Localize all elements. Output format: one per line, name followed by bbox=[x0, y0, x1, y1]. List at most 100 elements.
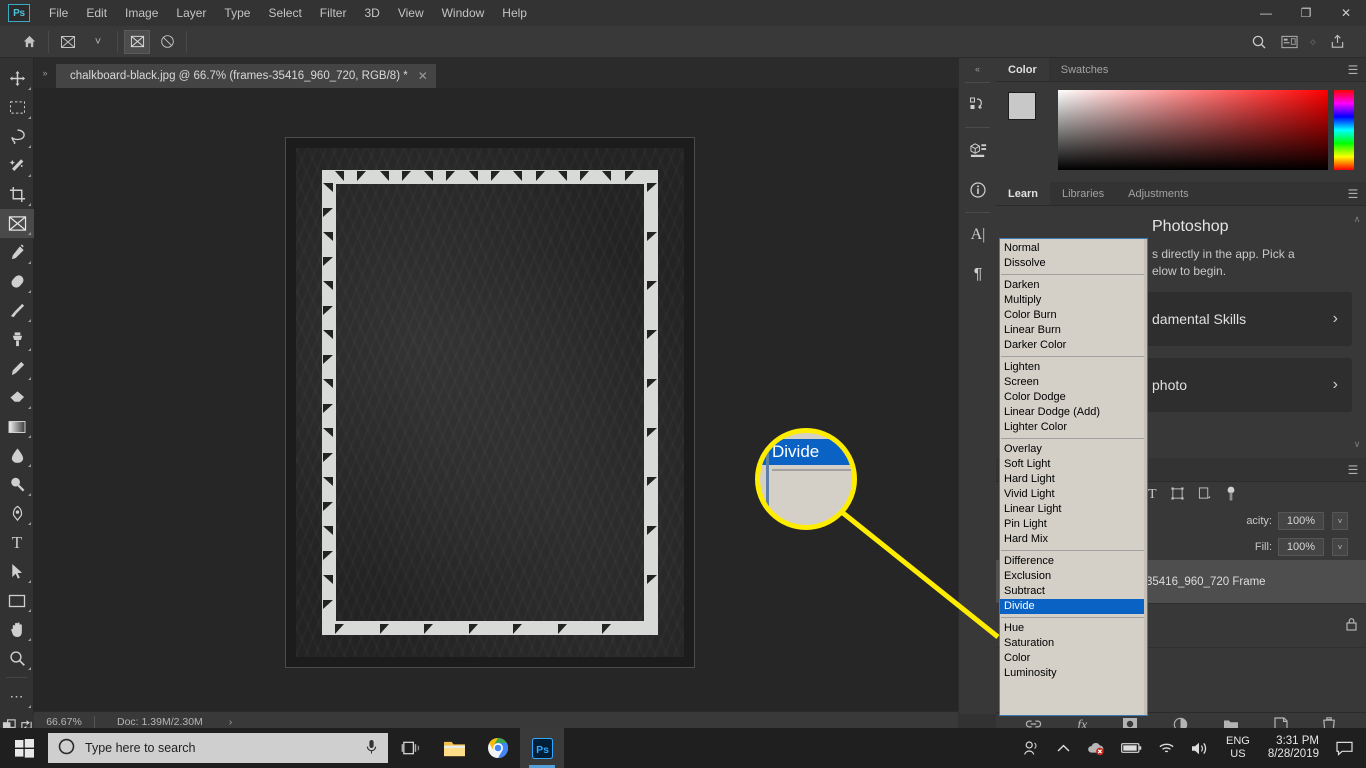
menu-layer[interactable]: Layer bbox=[167, 2, 215, 24]
menu-select[interactable]: Select bbox=[259, 2, 310, 24]
menu-help[interactable]: Help bbox=[493, 2, 536, 24]
onedrive-error-icon[interactable] bbox=[1079, 728, 1112, 768]
history-brush-tool[interactable] bbox=[0, 354, 34, 383]
blend-mode-subtract[interactable]: Subtract bbox=[1000, 584, 1147, 599]
blend-mode-divide[interactable]: Divide bbox=[1000, 599, 1147, 614]
close-button[interactable]: ✕ bbox=[1326, 0, 1366, 26]
path-selection-tool[interactable] bbox=[0, 557, 34, 586]
transform-tool-icon[interactable] bbox=[55, 30, 81, 54]
photoshop-icon[interactable]: Ps bbox=[520, 728, 564, 768]
blend-mode-pin-light[interactable]: Pin Light bbox=[1000, 517, 1147, 532]
frame-tool[interactable] bbox=[0, 209, 34, 238]
scroll-up-icon[interactable]: ∧ bbox=[1352, 214, 1362, 225]
wifi-icon[interactable] bbox=[1151, 728, 1182, 768]
opacity-value[interactable]: 100% bbox=[1278, 512, 1324, 530]
color-panel-foreground-swatch[interactable] bbox=[1008, 92, 1036, 120]
blend-mode-list[interactable]: Normal Dissolve Darken Multiply Color Bu… bbox=[1000, 241, 1147, 681]
hand-tool[interactable] bbox=[0, 615, 34, 644]
history-panel-icon[interactable] bbox=[959, 85, 997, 125]
blend-mode-lighter-color[interactable]: Lighter Color bbox=[1000, 420, 1147, 435]
menu-edit[interactable]: Edit bbox=[77, 2, 116, 24]
transform-icon[interactable] bbox=[124, 29, 150, 54]
cancel-transform-icon[interactable] bbox=[154, 30, 180, 54]
menu-view[interactable]: View bbox=[389, 2, 433, 24]
maximize-button[interactable]: ❐ bbox=[1286, 0, 1326, 26]
rectangular-marquee-tool[interactable] bbox=[0, 93, 34, 122]
blur-tool[interactable] bbox=[0, 441, 34, 470]
tab-color[interactable]: Color bbox=[996, 58, 1049, 81]
file-explorer-icon[interactable] bbox=[432, 728, 476, 768]
crop-tool[interactable] bbox=[0, 180, 34, 209]
blend-mode-color-dodge[interactable]: Color Dodge bbox=[1000, 390, 1147, 405]
share-icon[interactable] bbox=[1324, 30, 1350, 54]
search-icon[interactable] bbox=[1246, 30, 1272, 54]
close-icon[interactable]: ✕ bbox=[418, 69, 428, 83]
brush-tool[interactable] bbox=[0, 296, 34, 325]
blend-mode-dissolve[interactable]: Dissolve bbox=[1000, 256, 1147, 271]
blend-mode-color-burn[interactable]: Color Burn bbox=[1000, 308, 1147, 323]
search-input[interactable]: Type here to search bbox=[48, 733, 388, 763]
image-artboard[interactable] bbox=[285, 137, 695, 668]
blend-mode-dropdown[interactable]: Normal Dissolve Darken Multiply Color Bu… bbox=[999, 238, 1148, 716]
clone-stamp-tool[interactable] bbox=[0, 325, 34, 354]
magic-wand-tool[interactable] bbox=[0, 151, 34, 180]
volume-icon[interactable] bbox=[1184, 728, 1216, 768]
type-tool[interactable]: T bbox=[0, 528, 34, 557]
chevron-down-icon[interactable]: ˅ bbox=[85, 30, 111, 54]
blend-mode-normal[interactable]: Normal bbox=[1000, 241, 1147, 256]
workspace-icon[interactable] bbox=[1276, 30, 1302, 54]
eraser-tool[interactable] bbox=[0, 383, 34, 412]
smart-object-filter-icon[interactable] bbox=[1198, 487, 1211, 503]
pen-tool[interactable] bbox=[0, 499, 34, 528]
blend-mode-hue[interactable]: Hue bbox=[1000, 621, 1147, 636]
document-tab[interactable]: chalkboard-black.jpg @ 66.7% (frames-354… bbox=[56, 64, 437, 88]
blend-mode-darker-color[interactable]: Darker Color bbox=[1000, 338, 1147, 353]
menu-file[interactable]: File bbox=[40, 2, 77, 24]
people-icon[interactable] bbox=[1016, 728, 1048, 768]
minimize-button[interactable]: — bbox=[1246, 0, 1286, 26]
home-icon[interactable] bbox=[16, 30, 42, 54]
character-panel-icon[interactable]: A | bbox=[959, 215, 997, 255]
blend-mode-linear-burn[interactable]: Linear Burn bbox=[1000, 323, 1147, 338]
gradient-tool[interactable] bbox=[0, 412, 34, 441]
blend-mode-overlay[interactable]: Overlay bbox=[1000, 442, 1147, 457]
menu-window[interactable]: Window bbox=[433, 2, 494, 24]
blend-mode-exclusion[interactable]: Exclusion bbox=[1000, 569, 1147, 584]
tab-libraries[interactable]: Libraries bbox=[1049, 182, 1117, 205]
learn-panel-scrollbar[interactable]: ∧ ∨ bbox=[1352, 214, 1362, 450]
color-panel-menu-icon[interactable]: ☰ bbox=[1340, 58, 1366, 81]
3d-panel-icon[interactable] bbox=[959, 130, 997, 170]
tab-adjustments[interactable]: Adjustments bbox=[1116, 182, 1201, 205]
layers-panel-menu-icon[interactable]: ☰ bbox=[1340, 458, 1366, 481]
blend-mode-soft-light[interactable]: Soft Light bbox=[1000, 457, 1147, 472]
blend-mode-multiply[interactable]: Multiply bbox=[1000, 293, 1147, 308]
shape-filter-icon[interactable] bbox=[1171, 487, 1184, 503]
menu-type[interactable]: Type bbox=[215, 2, 259, 24]
menu-image[interactable]: Image bbox=[116, 2, 167, 24]
blend-mode-lighten[interactable]: Lighten bbox=[1000, 360, 1147, 375]
blend-mode-hard-light[interactable]: Hard Light bbox=[1000, 472, 1147, 487]
show-hidden-icons-icon[interactable] bbox=[1050, 728, 1077, 768]
info-panel-icon[interactable] bbox=[959, 170, 997, 210]
color-picker-field[interactable] bbox=[1058, 90, 1328, 170]
fill-value[interactable]: 100% bbox=[1278, 538, 1324, 556]
dropdown-scrollbar[interactable] bbox=[1144, 239, 1147, 715]
menu-3d[interactable]: 3D bbox=[355, 2, 388, 24]
language-indicator[interactable]: ENG US bbox=[1218, 735, 1258, 761]
rail-collapse-icon[interactable]: « bbox=[959, 58, 996, 80]
tab-learn[interactable]: Learn bbox=[996, 182, 1050, 205]
blend-mode-color[interactable]: Color bbox=[1000, 651, 1147, 666]
dodge-tool[interactable] bbox=[0, 470, 34, 499]
color-panel-swatches[interactable] bbox=[1008, 92, 1054, 138]
battery-icon[interactable] bbox=[1114, 728, 1149, 768]
zoom-tool[interactable] bbox=[0, 644, 34, 673]
scroll-down-icon[interactable]: ∨ bbox=[1352, 439, 1362, 450]
status-expand-icon[interactable]: › bbox=[229, 716, 233, 728]
paragraph-panel-icon[interactable]: ¶ bbox=[959, 255, 997, 295]
move-tool[interactable] bbox=[0, 64, 34, 93]
text-filter-icon[interactable]: T bbox=[1148, 487, 1157, 503]
microphone-icon[interactable] bbox=[365, 739, 378, 758]
canvas-area[interactable] bbox=[34, 88, 958, 711]
blend-mode-linear-dodge[interactable]: Linear Dodge (Add) bbox=[1000, 405, 1147, 420]
eyedropper-tool[interactable] bbox=[0, 238, 34, 267]
